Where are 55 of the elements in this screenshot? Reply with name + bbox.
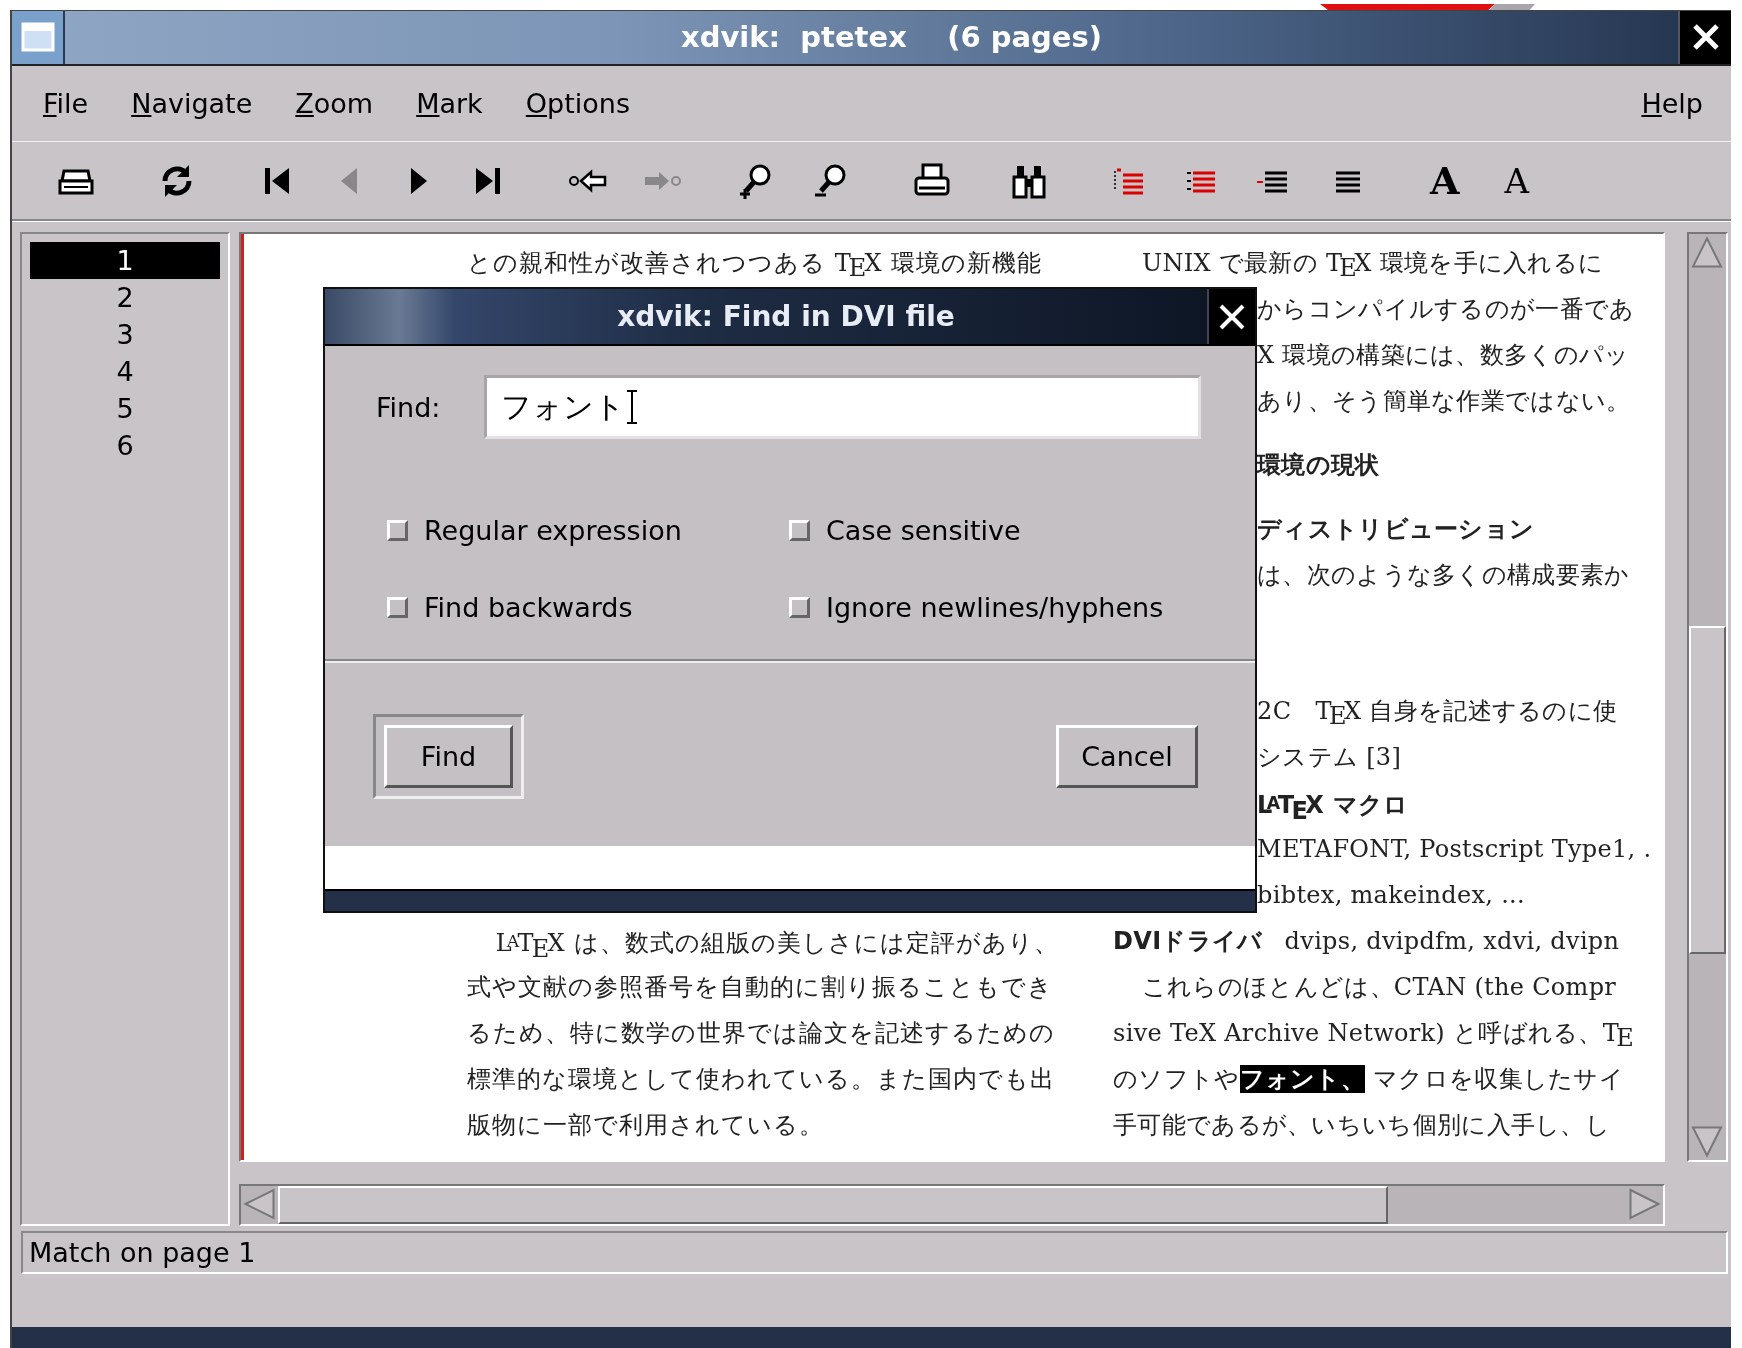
section-heading: ディストリビューション — [1257, 514, 1536, 546]
checkbox-label[interactable]: Regular expression — [424, 514, 682, 546]
window-menu-icon[interactable] — [20, 22, 55, 53]
font-size-button[interactable]: A — [1426, 161, 1464, 200]
scroll-arrow[interactable] — [241, 1186, 278, 1223]
window-title: xdvik: ptetex (6 pages) — [679, 19, 1104, 57]
page-list-item[interactable]: 3 — [30, 316, 220, 354]
checkbox[interactable] — [387, 596, 408, 618]
text-line: からコンパイルするのが一番であ — [1257, 294, 1636, 326]
find-field[interactable]: フォント — [484, 375, 1201, 440]
checkbox[interactable] — [789, 519, 810, 541]
text-line: 式や文献の参照番号を自動的に割り振ることもでき — [467, 972, 1054, 1004]
term-label: DVIドライバ — [1113, 927, 1263, 956]
dialog-title: xdvik: Find in DVI file — [616, 299, 956, 336]
text-line: 版物に一部で利用されている。 — [467, 1110, 825, 1142]
find-label: Find: — [376, 391, 442, 423]
text-line: X 環境の構築には、数多くのパッ — [1257, 340, 1631, 372]
text-fragment: マクロを収集したサイ — [1372, 1065, 1624, 1094]
text-line: るため、特に数学の世界では論文を記述するための — [467, 1018, 1056, 1050]
checkbox-label[interactable]: Ignore newlines/hyphens — [826, 591, 1164, 623]
text-line: dvips, dvipdfm, xdvi, dvipn — [1284, 927, 1620, 956]
cancel-button[interactable]: Cancel — [1056, 725, 1198, 789]
page-list-item[interactable]: 2 — [30, 279, 220, 317]
text-line: あり、そう簡単な作業ではない。 — [1257, 386, 1632, 418]
checkbox-label[interactable]: Case sensitive — [826, 514, 1021, 546]
page-list-item[interactable]: 6 — [30, 427, 220, 465]
scrollbar-thumb[interactable] — [278, 1186, 1388, 1225]
scrollbar-thumb[interactable] — [1689, 626, 1726, 955]
font-size-button[interactable]: A — [1500, 163, 1534, 198]
text-line: これらのほとんどは、CTAN (the Compr — [1140, 972, 1618, 1004]
page-list-item[interactable]: 4 — [30, 353, 220, 391]
text-fragment: のソフトや — [1113, 1065, 1240, 1094]
text-line: 手可能であるが、いちいち個別に入手し、し — [1113, 1110, 1612, 1142]
text-line: は、次のような多くの構成要素か — [1257, 560, 1631, 592]
status-text: Match on page 1 — [29, 1236, 256, 1268]
close-icon[interactable] — [1218, 302, 1246, 331]
search-match: フォント、 — [1239, 1065, 1366, 1094]
menu-item[interactable]: Navigate — [129, 84, 255, 124]
menu-item[interactable]: Help — [1639, 84, 1705, 124]
page-list-item[interactable]: 1 — [30, 242, 220, 280]
find-button[interactable]: Find — [373, 714, 524, 800]
checkbox[interactable] — [789, 596, 810, 618]
text-line: システム [3] — [1257, 742, 1403, 774]
menu-item[interactable]: Options — [523, 84, 632, 124]
checkbox[interactable] — [387, 519, 408, 541]
menu-item[interactable]: Mark — [414, 84, 485, 124]
text-line: bibtex, makeindex, ... — [1257, 880, 1526, 912]
text-line: 標準的な環境として使われている。また国内でも出 — [467, 1064, 1056, 1096]
page-list-item[interactable]: 5 — [30, 390, 220, 428]
section-heading: 環境の現状 — [1257, 450, 1381, 482]
text-line: METAFONT, Postscript Type1, . — [1257, 834, 1653, 866]
menu-item[interactable]: Zoom — [293, 84, 376, 124]
text-cursor-icon — [627, 390, 637, 425]
checkbox-label[interactable]: Find backwards — [424, 591, 633, 623]
menu-item[interactable]: File — [41, 84, 91, 124]
